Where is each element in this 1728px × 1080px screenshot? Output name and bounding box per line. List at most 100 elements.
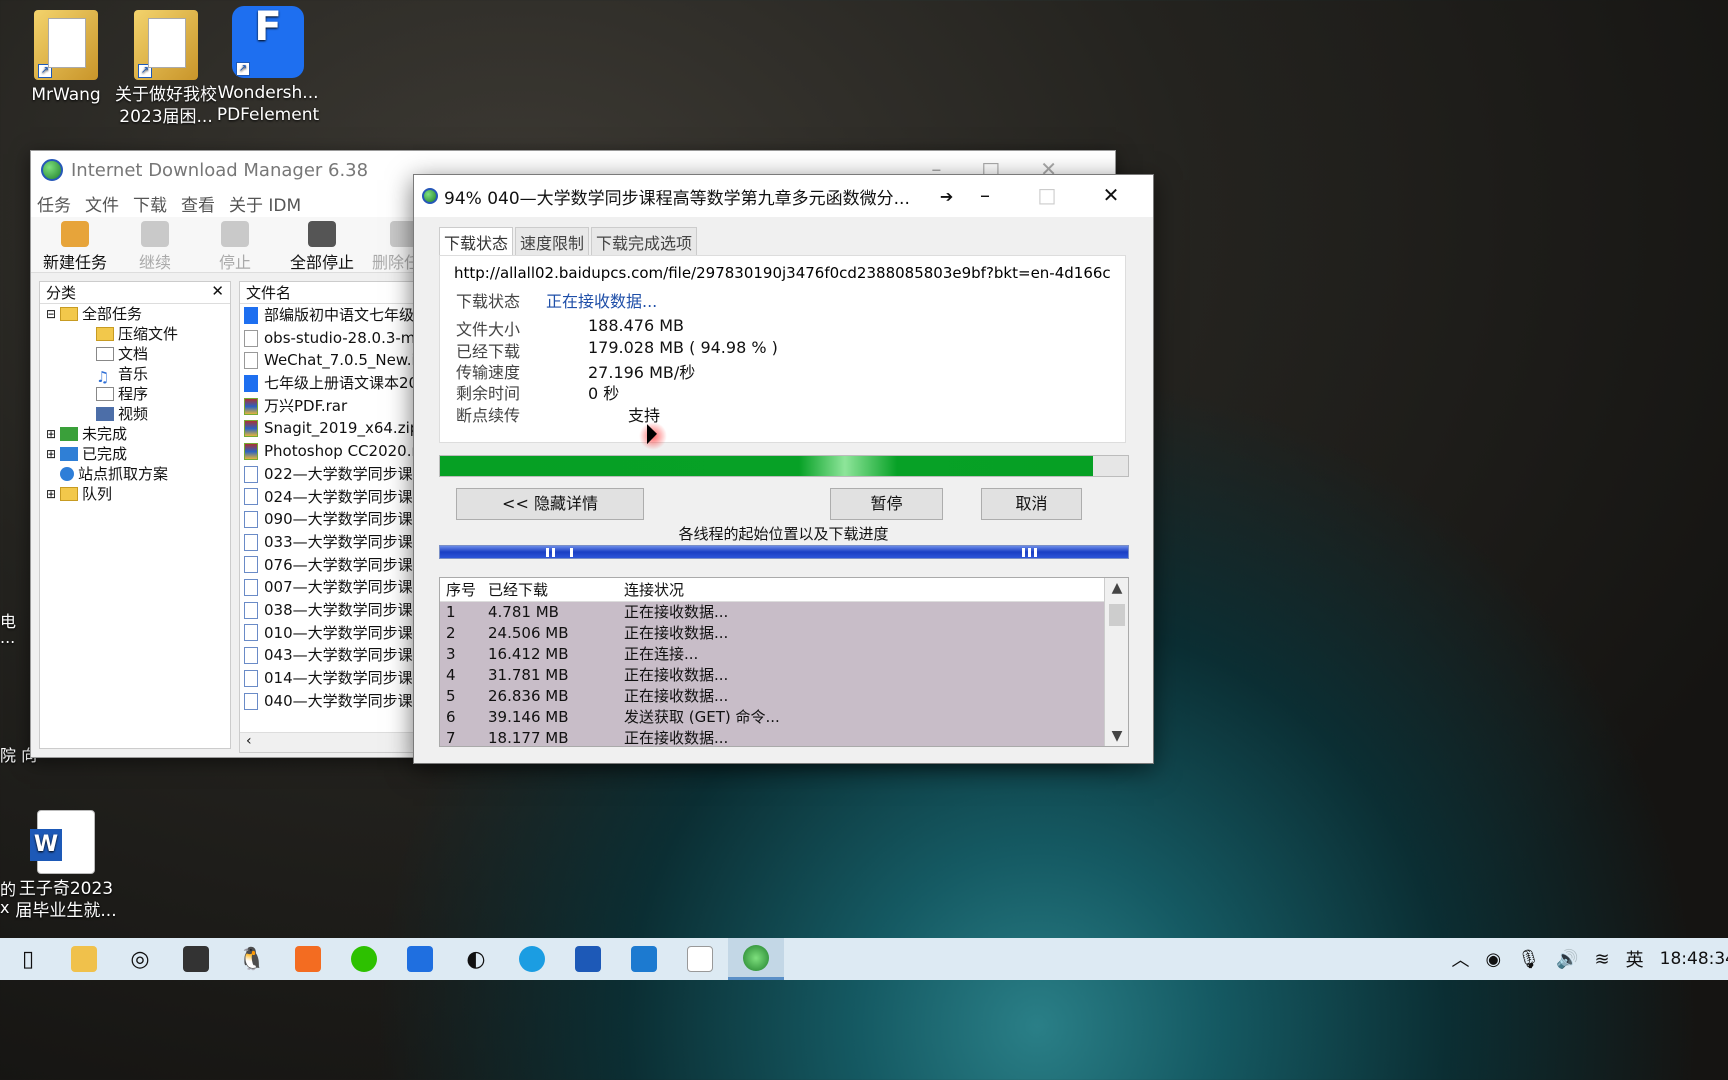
word-icon[interactable]: [560, 938, 616, 980]
cancel-button[interactable]: 取消: [981, 488, 1082, 520]
thread-row[interactable]: 4 31.781 MB 正在接收数据...: [440, 665, 1128, 686]
scroll-thumb[interactable]: [1109, 604, 1125, 626]
tree-video[interactable]: 视频: [40, 404, 230, 424]
tab-download-status[interactable]: 下载状态: [439, 227, 514, 256]
scroll-up-icon[interactable]: ▲: [1105, 580, 1128, 596]
file-row[interactable]: 014—大学数学同步课程: [240, 667, 418, 690]
file-row[interactable]: 七年级上册语文课本20: [240, 372, 418, 395]
microphone-icon[interactable]: 🎙: [1517, 949, 1540, 970]
qq-icon[interactable]: 🐧: [224, 938, 280, 980]
tree-label: 压缩文件: [118, 325, 179, 343]
file-name-column-header[interactable]: 文件名: [240, 282, 418, 304]
column-header-downloaded[interactable]: 已经下载: [482, 578, 618, 601]
stop-button[interactable]: 停止: [195, 217, 275, 272]
edge-icon[interactable]: [504, 938, 560, 980]
tree-unfinished[interactable]: ⊞ 未完成: [40, 424, 230, 444]
resume-button[interactable]: 继续: [115, 217, 195, 272]
menu-file[interactable]: 文件: [85, 191, 119, 216]
pause-button[interactable]: 暂停: [830, 488, 943, 520]
menu-download[interactable]: 下载: [133, 191, 167, 216]
file-row[interactable]: 010—大学数学同步课程: [240, 622, 418, 645]
file-row[interactable]: 022—大学数学同步课程: [240, 463, 418, 486]
thread-row[interactable]: 5 26.836 MB 正在接收数据...: [440, 686, 1128, 707]
file-row[interactable]: obs-studio-28.0.3-mac: [240, 327, 418, 350]
file-row[interactable]: 076—大学数学同步课程: [240, 554, 418, 577]
collapse-icon[interactable]: ⊟: [46, 304, 60, 324]
minimize-icon[interactable]: –: [963, 181, 1007, 209]
app-icon[interactable]: ◎: [112, 938, 168, 980]
new-task-button[interactable]: 新建任务: [35, 217, 115, 272]
dialog-title-bar[interactable]: 94% 040—大学数学同步课程高等数学第九章多元函数微分... ➔ – □ ✕: [414, 175, 1153, 217]
scroll-down-icon[interactable]: ▼: [1105, 728, 1128, 744]
orange-app-icon[interactable]: [280, 938, 336, 980]
blue-app-icon[interactable]: ◐: [448, 938, 504, 980]
menu-about[interactable]: 关于 IDM: [229, 191, 301, 216]
menu-task[interactable]: 任务: [37, 191, 71, 216]
idm-tray-icon[interactable]: ◉: [1486, 949, 1502, 970]
desktop-icon-pdfelement[interactable]: ↗ Wondersh... PDFelement: [216, 6, 320, 126]
thread-row[interactable]: 1 4.781 MB 正在接收数据...: [440, 602, 1128, 623]
tree-music[interactable]: ♫ 音乐: [40, 364, 230, 386]
file-row[interactable]: 部编版初中语文七年级: [240, 304, 418, 327]
chevron-up-icon[interactable]: ︿: [1452, 946, 1470, 972]
ime-indicator[interactable]: 英: [1626, 946, 1644, 972]
thread-row[interactable]: 3 16.412 MB 正在连接...: [440, 644, 1128, 665]
thread-status: 正在连接...: [624, 645, 699, 663]
file-row[interactable]: 万兴PDF.rar: [240, 395, 418, 418]
tab-speed-limit[interactable]: 速度限制: [515, 227, 590, 256]
volume-icon[interactable]: 🔊: [1556, 949, 1578, 970]
scroll-left-icon[interactable]: ‹: [246, 733, 252, 749]
stop-all-button[interactable]: 全部停止: [275, 217, 369, 272]
photos-icon[interactable]: [392, 938, 448, 980]
desktop-icon-notice[interactable]: ↗ 关于做好我校 2023届困...: [114, 10, 218, 128]
tab-completion-options[interactable]: 下载完成选项: [591, 227, 698, 256]
expand-icon[interactable]: ⊞: [46, 444, 60, 464]
desktop-icon-word-doc[interactable]: 王子奇2023 届毕业生就...: [14, 810, 118, 922]
tree-programs[interactable]: 程序: [40, 384, 230, 404]
download-info-panel: http://allall02.baidupcs.com/file/297830…: [439, 255, 1126, 443]
camera-app-icon[interactable]: [168, 938, 224, 980]
file-row[interactable]: Photoshop CC2020.rar: [240, 440, 418, 463]
tree-documents[interactable]: 文档: [40, 344, 230, 364]
stop-all-icon: [308, 221, 336, 247]
horizontal-scrollbar[interactable]: ‹: [240, 732, 418, 752]
file-row[interactable]: 038—大学数学同步课程: [240, 599, 418, 622]
file-row[interactable]: WeChat_7.0.5_New.ipa: [240, 349, 418, 372]
menu-view[interactable]: 查看: [181, 191, 215, 216]
file-row[interactable]: 024—大学数学同步课程: [240, 486, 418, 509]
column-header-status[interactable]: 连接状况: [618, 578, 1102, 601]
desktop-icon-mrwang[interactable]: ↗ MrWang: [14, 10, 118, 106]
hide-details-button[interactable]: << 隐藏详情: [456, 488, 644, 520]
idm-taskbar-icon[interactable]: [728, 938, 784, 980]
video-icon: [96, 407, 114, 421]
file-row[interactable]: 040—大学数学同步课程: [240, 690, 418, 713]
notepad-icon[interactable]: [672, 938, 728, 980]
tree-site-grabber[interactable]: 站点抓取方案: [40, 464, 230, 484]
thread-row[interactable]: 6 39.146 MB 发送获取 (GET) 命令...: [440, 707, 1128, 728]
wifi-icon[interactable]: ≋: [1595, 949, 1610, 970]
file-row[interactable]: Snagit_2019_x64.zip: [240, 417, 418, 440]
file-explorer-icon[interactable]: [56, 938, 112, 980]
task-view-icon[interactable]: ▯: [0, 938, 56, 980]
close-icon[interactable]: ✕: [211, 282, 224, 300]
tree-queues[interactable]: ⊞ 队列: [40, 484, 230, 504]
clock[interactable]: 18:48:34: [1660, 949, 1728, 969]
expand-icon[interactable]: ⊞: [46, 484, 60, 504]
file-type-icon: [244, 442, 258, 460]
tree-compressed[interactable]: 压缩文件: [40, 324, 230, 344]
thread-row[interactable]: 7 18.177 MB 正在接收数据...: [440, 728, 1128, 746]
file-row[interactable]: 033—大学数学同步课程: [240, 531, 418, 554]
tree-finished[interactable]: ⊞ 已完成: [40, 444, 230, 464]
file-row[interactable]: 043—大学数学同步课程: [240, 644, 418, 667]
maximize-icon[interactable]: □: [1025, 181, 1069, 209]
file-row[interactable]: 007—大学数学同步课程: [240, 576, 418, 599]
vertical-scrollbar[interactable]: ▲ ▼: [1104, 578, 1128, 746]
tree-all-tasks[interactable]: ⊟ 全部任务: [40, 304, 230, 324]
close-icon[interactable]: ✕: [1089, 181, 1133, 209]
vscode-icon[interactable]: [616, 938, 672, 980]
expand-icon[interactable]: ⊞: [46, 424, 60, 444]
thread-row[interactable]: 2 24.506 MB 正在接收数据...: [440, 623, 1128, 644]
wechat-icon[interactable]: [336, 938, 392, 980]
file-row[interactable]: 090—大学数学同步课程: [240, 508, 418, 531]
column-header-index[interactable]: 序号: [440, 578, 482, 601]
